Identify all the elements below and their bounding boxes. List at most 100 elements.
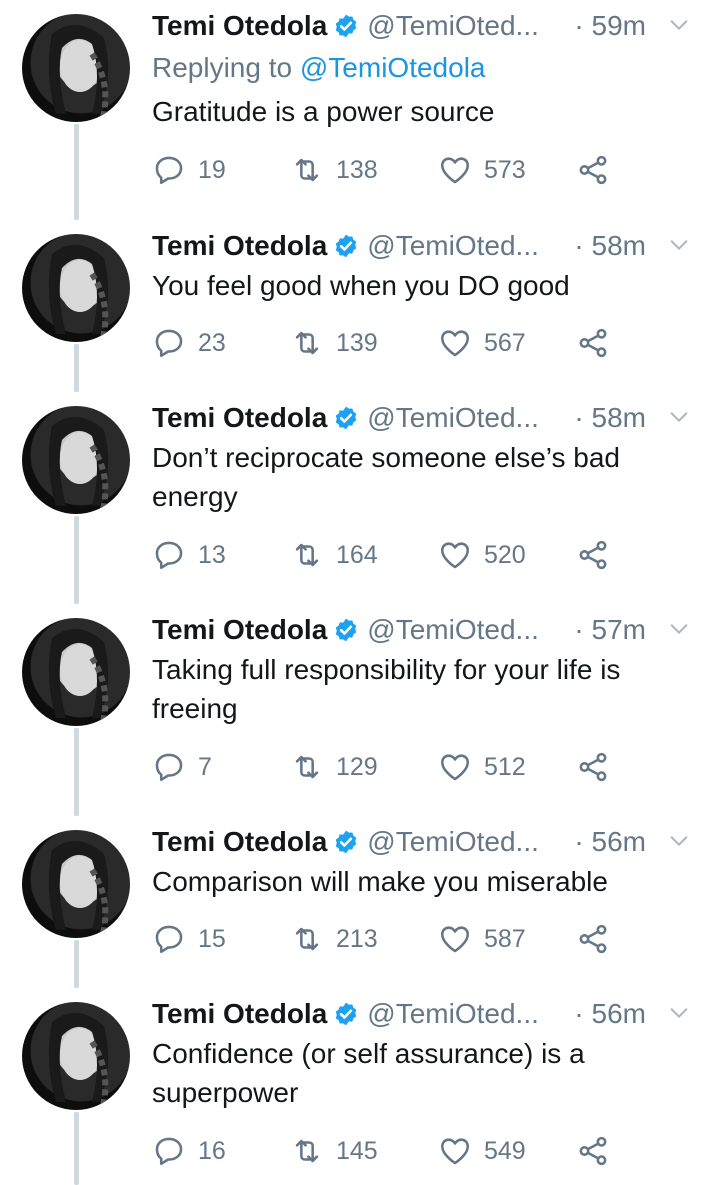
timestamp[interactable]: · 57m	[574, 614, 646, 646]
share-icon	[579, 924, 607, 954]
reply-button[interactable]: 13	[152, 535, 226, 575]
like-button[interactable]: 587	[438, 919, 526, 959]
like-button[interactable]: 567	[438, 323, 526, 363]
reply-icon	[155, 925, 183, 954]
reply-button[interactable]: 15	[152, 919, 226, 959]
retweet-button[interactable]: 164	[290, 535, 378, 575]
user-handle[interactable]: @TemiOted...	[367, 998, 539, 1030]
reply-button[interactable]: 19	[152, 150, 226, 190]
retweet-icon	[295, 543, 319, 567]
share-button[interactable]	[576, 1131, 622, 1171]
share-button[interactable]	[576, 919, 622, 959]
timestamp[interactable]: · 56m	[574, 826, 646, 858]
retweet-icon	[295, 755, 319, 779]
user-handle[interactable]: @TemiOted...	[367, 826, 539, 858]
display-name[interactable]: Temi Otedola	[152, 230, 327, 262]
timestamp[interactable]: · 58m	[574, 230, 646, 262]
like-icon	[440, 926, 470, 953]
like-button[interactable]: 573	[438, 150, 526, 190]
thread-connector	[74, 124, 79, 220]
reply-button[interactable]: 23	[152, 323, 226, 363]
avatar[interactable]	[22, 618, 130, 726]
thread-connector	[74, 1112, 79, 1185]
tweet-text: Confidence (or self assurance) is a supe…	[152, 1038, 585, 1108]
display-name[interactable]: Temi Otedola	[152, 10, 327, 42]
avatar[interactable]	[22, 234, 130, 342]
thread-connector	[74, 344, 79, 392]
verified-badge-icon	[336, 14, 357, 38]
retweet-button[interactable]: 129	[290, 747, 378, 787]
like-icon	[440, 754, 470, 781]
retweet-count: 129	[336, 752, 378, 781]
avatar[interactable]	[22, 406, 130, 514]
reply-button[interactable]: 7	[152, 747, 212, 787]
tweet-text: Don’t reciprocate someone else’s bad ene…	[152, 442, 620, 512]
reply-count: 7	[198, 752, 212, 781]
tweet[interactable]: Temi Otedola @TemiOted... · 56m Confiden…	[0, 988, 720, 1185]
timestamp[interactable]: · 58m	[574, 402, 646, 434]
chevron-down-icon[interactable]	[668, 1002, 690, 1024]
tweet[interactable]: Temi Otedola @TemiOted... · 56m Comparis…	[0, 816, 720, 988]
retweet-count: 145	[336, 1136, 378, 1165]
reply-button[interactable]: 16	[152, 1131, 226, 1171]
reply-count: 13	[198, 540, 226, 569]
share-icon	[579, 328, 607, 358]
reply-icon	[155, 753, 183, 782]
tweet-actions: 13 164 520	[152, 535, 632, 575]
chevron-down-icon[interactable]	[668, 830, 690, 852]
user-handle[interactable]: @TemiOted...	[367, 614, 539, 646]
like-button[interactable]: 520	[438, 535, 526, 575]
chevron-down-icon[interactable]	[668, 406, 690, 428]
tweet[interactable]: Temi Otedola @TemiOted... · 58m Don’t re…	[0, 392, 720, 604]
chevron-down-icon[interactable]	[668, 14, 690, 36]
share-icon	[579, 752, 607, 782]
user-handle[interactable]: @TemiOted...	[367, 402, 539, 434]
avatar[interactable]	[22, 1002, 130, 1110]
display-name[interactable]: Temi Otedola	[152, 402, 327, 434]
retweet-button[interactable]: 145	[290, 1131, 378, 1171]
replying-to-link[interactable]: @TemiOtedola	[300, 52, 486, 83]
tweet-header: Temi Otedola @TemiOted... · 58m	[152, 226, 694, 266]
share-button[interactable]	[576, 150, 622, 190]
tweet-header: Temi Otedola @TemiOted... · 57m	[152, 610, 694, 650]
reply-icon	[155, 329, 183, 358]
tweet-actions: 16 145 549	[152, 1131, 632, 1171]
like-button[interactable]: 549	[438, 1131, 526, 1171]
tweet-header: Temi Otedola @TemiOted... · 56m	[152, 822, 694, 862]
like-count: 573	[484, 155, 526, 184]
reply-count: 16	[198, 1136, 226, 1165]
tweet[interactable]: Temi Otedola @TemiOted... · 57m Taking f…	[0, 604, 720, 816]
display-name[interactable]: Temi Otedola	[152, 614, 327, 646]
chevron-down-icon[interactable]	[668, 234, 690, 256]
tweet[interactable]: Temi Otedola @TemiOted... · 58m You feel…	[0, 124, 720, 392]
tweet[interactable]: Temi Otedola @TemiOted... · 59m Replying…	[0, 0, 720, 220]
share-button[interactable]	[576, 323, 622, 363]
share-icon	[579, 540, 607, 570]
timestamp[interactable]: · 59m	[574, 10, 646, 42]
retweet-icon	[295, 158, 319, 182]
retweet-count: 213	[336, 924, 378, 953]
display-name[interactable]: Temi Otedola	[152, 998, 327, 1030]
retweet-button[interactable]: 213	[290, 919, 378, 959]
share-button[interactable]	[576, 535, 622, 575]
tweet-text: Gratitude is a power source	[152, 96, 495, 127]
chevron-down-icon[interactable]	[668, 618, 690, 640]
retweet-button[interactable]: 139	[290, 323, 378, 363]
like-button[interactable]: 512	[438, 747, 526, 787]
like-count: 567	[484, 328, 526, 357]
retweet-count: 164	[336, 540, 378, 569]
reply-icon	[155, 156, 183, 185]
retweet-icon	[295, 331, 319, 355]
verified-badge-icon	[336, 618, 357, 642]
display-name[interactable]: Temi Otedola	[152, 826, 327, 858]
share-button[interactable]	[576, 747, 622, 787]
verified-badge-icon	[336, 234, 357, 258]
tweet-text: Taking full responsibility for your life…	[152, 654, 621, 724]
timestamp[interactable]: · 56m	[574, 998, 646, 1030]
avatar[interactable]	[22, 14, 130, 122]
retweet-button[interactable]: 138	[290, 150, 378, 190]
avatar[interactable]	[22, 830, 130, 938]
retweet-icon	[295, 1139, 319, 1163]
user-handle[interactable]: @TemiOted...	[367, 10, 539, 42]
user-handle[interactable]: @TemiOted...	[367, 230, 539, 262]
